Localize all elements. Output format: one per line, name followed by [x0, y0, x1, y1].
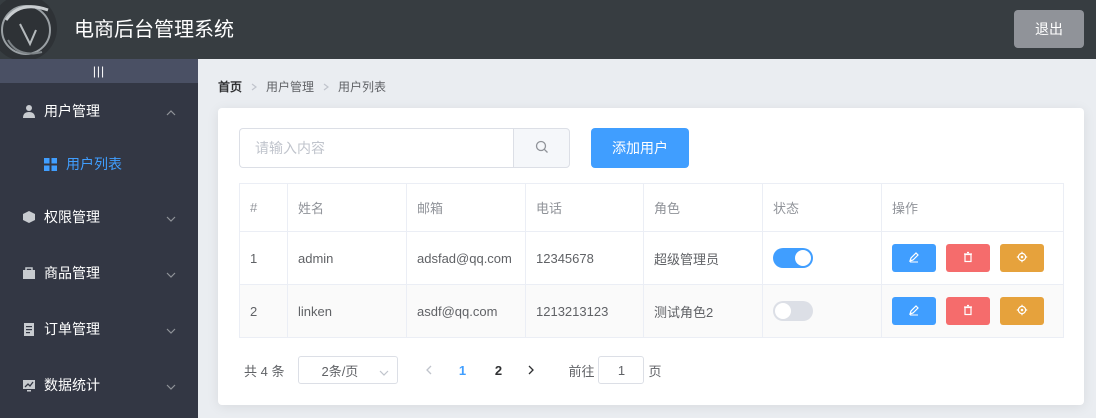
cell-index: 2 [239, 284, 288, 338]
chevron-right-icon [322, 83, 330, 91]
status-switch[interactable] [773, 301, 813, 321]
breadcrumb-home[interactable]: 首页 [218, 78, 242, 95]
page-jump-input[interactable] [598, 356, 645, 384]
chevron-up-icon [166, 105, 176, 121]
menu-data-statistics[interactable]: 数据统计 [0, 357, 198, 413]
submenu-user-list[interactable]: 用户列表 [0, 139, 198, 189]
menu-label: 商品管理 [44, 265, 100, 281]
bag-icon [20, 264, 38, 282]
menu-label: 数据统计 [44, 377, 100, 393]
app-header: 电商后台管理系统 退出 [0, 0, 1096, 59]
settings-icon [1016, 251, 1028, 266]
status-switch[interactable] [773, 248, 813, 268]
trash-icon [962, 251, 974, 266]
user-icon [20, 102, 38, 120]
chevron-down-icon [166, 211, 176, 227]
user-list-card: 添加用户 # 姓名 邮箱 电话 角色 状态 操作 1 admin [218, 108, 1084, 405]
cell-actions [881, 284, 1064, 338]
chevron-down-icon [166, 379, 176, 395]
page-2[interactable]: 2 [480, 356, 516, 384]
edit-button[interactable] [892, 297, 936, 325]
table-row: 2 linken asdf@qq.com 1213213123 测试角色2 [239, 284, 1064, 338]
cell-phone: 12345678 [525, 231, 644, 285]
edit-button[interactable] [892, 244, 936, 272]
submenu-label: 用户列表 [66, 156, 122, 172]
menu-order-management[interactable]: 订单管理 [0, 301, 198, 357]
chevron-right-icon [526, 363, 536, 378]
edit-icon [908, 304, 920, 319]
cell-name: admin [287, 231, 407, 285]
page-size-select[interactable]: 2条/页 [298, 356, 399, 384]
column-header-name: 姓名 [287, 183, 407, 232]
chart-icon [20, 376, 38, 394]
next-page-button[interactable] [516, 356, 546, 384]
jump-suffix: 页 [648, 363, 662, 379]
chevron-down-icon [166, 267, 176, 283]
assign-role-button[interactable] [1000, 297, 1044, 325]
edit-icon [908, 251, 920, 266]
cell-actions [881, 231, 1064, 285]
pagination: 共 4 条 2条/页 1 2 前往 页 [244, 356, 662, 384]
assign-role-button[interactable] [1000, 244, 1044, 272]
menu-label: 订单管理 [44, 321, 100, 337]
delete-button[interactable] [946, 297, 990, 325]
cell-status [762, 231, 882, 285]
breadcrumb: 首页 用户管理 用户列表 [218, 78, 386, 95]
chevron-right-icon [250, 83, 258, 91]
cell-index: 1 [239, 231, 288, 285]
trash-icon [962, 304, 974, 319]
menu-user-management[interactable]: 用户管理 [0, 83, 198, 139]
search-icon [535, 140, 549, 157]
document-icon [20, 320, 38, 338]
menu-product-management[interactable]: 商品管理 [0, 245, 198, 301]
chevron-left-icon [424, 363, 434, 378]
breadcrumb-level1: 用户管理 [266, 80, 315, 94]
main-area: 首页 用户管理 用户列表 添加用户 # 姓名 [198, 59, 1096, 418]
add-user-button[interactable]: 添加用户 [591, 128, 689, 168]
logout-button[interactable]: 退出 [1014, 10, 1084, 48]
delete-button[interactable] [946, 244, 990, 272]
page-1[interactable]: 1 [444, 356, 480, 384]
column-header-role: 角色 [643, 183, 763, 232]
search-button[interactable] [513, 128, 570, 168]
cell-name: linken [287, 284, 407, 338]
column-header-phone: 电话 [525, 183, 644, 232]
table-row: 1 admin adsfad@qq.com 12345678 超级管理员 [239, 231, 1064, 285]
chevron-down-icon [379, 366, 389, 381]
logo [0, 0, 60, 59]
breadcrumb-level2: 用户列表 [338, 80, 387, 94]
jump-prefix: 前往 [568, 363, 595, 379]
cell-email: adsfad@qq.com [406, 231, 526, 285]
box-icon [20, 208, 38, 226]
column-header-index: # [239, 183, 288, 232]
column-header-email: 邮箱 [406, 183, 526, 232]
switch-knob [795, 250, 811, 266]
table-header-row: # 姓名 邮箱 电话 角色 状态 操作 [239, 183, 1064, 232]
chevron-down-icon [166, 323, 176, 339]
menu-label: 权限管理 [44, 209, 100, 225]
pagination-total: 共 4 条 [244, 363, 285, 379]
settings-icon [1016, 304, 1028, 319]
switch-knob [775, 303, 791, 319]
cell-role: 测试角色2 [643, 284, 763, 338]
search-group [239, 128, 570, 168]
search-input[interactable] [239, 128, 513, 168]
prev-page-button[interactable] [414, 356, 444, 384]
column-header-actions: 操作 [881, 183, 1064, 232]
cell-phone: 1213213123 [525, 284, 644, 338]
column-header-status: 状态 [762, 183, 882, 232]
grid-icon [42, 156, 58, 172]
user-table: # 姓名 邮箱 电话 角色 状态 操作 1 admin adsfad@qq.co… [239, 183, 1064, 338]
page-size-value: 2条/页 [321, 363, 359, 379]
sidebar: ||| 用户管理 用户列表 权限管理 商品管理 订单管理 数据统计 [0, 59, 198, 418]
sidebar-toggle[interactable]: ||| [0, 59, 198, 83]
menu-label: 用户管理 [44, 103, 100, 119]
cell-email: asdf@qq.com [406, 284, 526, 338]
cell-role: 超级管理员 [643, 231, 763, 285]
menu-permission-management[interactable]: 权限管理 [0, 189, 198, 245]
app-title: 电商后台管理系统 [74, 19, 234, 41]
cell-status [762, 284, 882, 338]
